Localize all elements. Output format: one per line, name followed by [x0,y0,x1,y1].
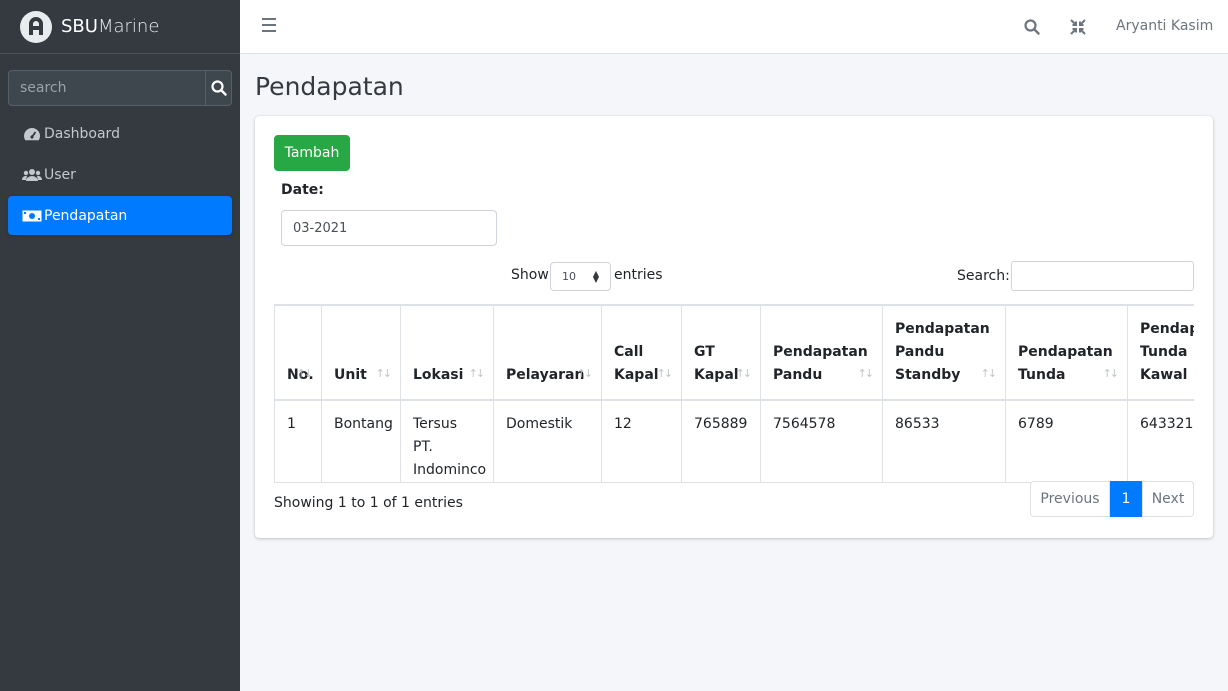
sort-icon: ↑↓ [576,367,594,380]
revenue-table: No. ↑↓ Unit ↑↓ Lokasi ↑↓ Pelayaran ↑↓ Call K… [274,304,1194,483]
user-name[interactable]: Aryanti Kasim [1116,18,1213,34]
add-button[interactable]: Tambah [274,135,350,171]
users-icon [22,168,42,182]
date-field[interactable] [281,210,497,246]
sidebar: SBUMarine Dashboard User Pendapatan [0,0,240,691]
column-header[interactable]: Pelayaran ↑↓ [493,304,602,401]
select-caret-icon: ▲ ▼ [592,269,599,284]
fullscreen-icon[interactable] [1070,19,1086,39]
column-header[interactable]: Pendapatan Pandu Standby ↑↓ [882,304,1006,401]
table-search-input[interactable] [1011,261,1194,291]
brand-logo-icon [20,10,52,43]
table-container: No. ↑↓ Unit ↑↓ Lokasi ↑↓ Pelayaran ↑↓ Call K… [274,304,1194,483]
column-header[interactable]: Pendapatan Tunda ↑↓ [1005,304,1128,401]
column-header[interactable]: Unit ↑↓ [321,304,401,401]
column-header[interactable]: GT Kapal ↑↓ [681,304,761,401]
previous-page-button[interactable]: Previous [1030,481,1110,517]
column-header[interactable]: Pendapatan Tunda Kawal↑↓ [1127,304,1194,401]
table-cell: 7564578 [760,399,883,483]
sidebar-item-dashboard[interactable]: Dashboard [8,114,232,153]
table-cell: 765889 [681,399,761,483]
table-cell: 1 [274,399,322,483]
sidebar-item-user[interactable]: User [8,155,232,194]
money-bill-icon [22,210,42,222]
tachometer-icon [22,126,42,142]
sidebar-item-label: Dashboard [44,125,120,142]
sidebar-search [8,70,232,106]
sort-icon: ↑↓ [296,367,314,380]
sidebar-item-label: Pendapatan [44,207,128,224]
table-cell: 6789 [1005,399,1128,483]
column-header[interactable]: Call Kapal ↑↓ [601,304,682,401]
entries-label: entries [614,267,663,283]
sort-icon: ↑↓ [375,367,393,380]
sort-icon: ↑↓ [980,367,998,380]
search-icon[interactable] [1024,19,1040,39]
sidebar-search-button[interactable] [205,70,232,106]
next-page-button[interactable]: Next [1142,481,1194,517]
sidebar-item-pendapatan[interactable]: Pendapatan [8,196,232,235]
sort-icon: ↑↓ [857,367,875,380]
menu-toggle-icon[interactable] [262,18,276,32]
page-title: Pendapatan [255,72,404,101]
column-header[interactable]: No. ↑↓ [274,304,322,401]
table-cell: 643321 [1127,399,1194,483]
sidebar-item-label: User [44,166,76,183]
table-row: 1 Bontang Tersus PT. Indominco Domestik … [274,399,1194,483]
table-cell: Bontang [321,399,401,483]
page-length-value: 10 [562,270,576,283]
content-card: Tambah Date: Show 10 ▲▼ entries Search: … [255,116,1213,538]
table-cell: Tersus PT. Indominco [400,399,494,483]
page-number-button[interactable]: 1 [1110,481,1142,517]
search-icon [210,80,227,96]
search-label: Search: [957,268,1010,284]
sort-icon: ↑↓ [468,367,486,380]
date-label: Date: [281,182,324,198]
table-info: Showing 1 to 1 of 1 entries [274,495,463,511]
top-navbar: Aryanti Kasim [240,0,1228,54]
pagination: Previous 1 Next [1030,481,1194,517]
sidebar-nav: Dashboard User Pendapatan [8,114,232,237]
column-header[interactable]: Pendapatan Pandu ↑↓ [760,304,883,401]
column-header[interactable]: Lokasi ↑↓ [400,304,494,401]
sidebar-search-input[interactable] [8,70,205,106]
brand-name: SBUMarine [61,16,160,37]
brand[interactable]: SBUMarine [0,0,240,54]
table-cell: 86533 [882,399,1006,483]
sort-icon: ↑↓ [1102,367,1120,380]
sort-icon: ↑↓ [656,367,674,380]
page-length-select[interactable]: 10 ▲ ▼ [550,262,611,291]
table-cell: 12 [601,399,682,483]
show-label: Show [511,267,549,283]
table-cell: Domestik [493,399,602,483]
table-header-row: No. ↑↓ Unit ↑↓ Lokasi ↑↓ Pelayaran ↑↓ Call K… [274,304,1194,401]
sort-icon: ↑↓ [735,367,753,380]
